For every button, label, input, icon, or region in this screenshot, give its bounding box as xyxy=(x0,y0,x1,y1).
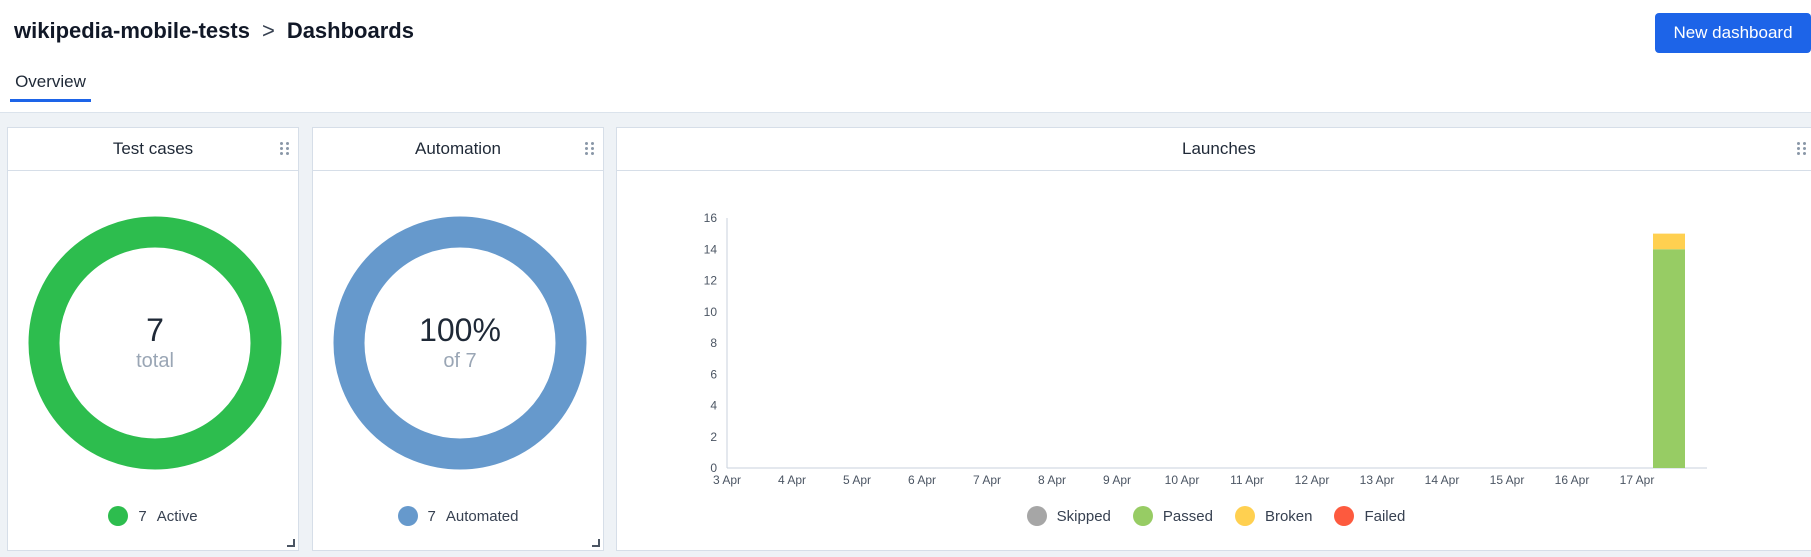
automation-widget: Automation 100% of 7 7 Automated xyxy=(312,127,604,551)
passed-legend-dot xyxy=(1132,506,1153,526)
new-dashboard-button[interactable]: New dashboard xyxy=(1655,13,1811,53)
resize-handle-icon[interactable] xyxy=(592,539,600,547)
failed-legend-dot xyxy=(1334,506,1355,526)
y-tick-label: 16 xyxy=(704,211,718,225)
donut-value: 7 xyxy=(146,312,164,348)
y-tick-label: 12 xyxy=(704,274,718,288)
x-tick-label: 14 Apr xyxy=(1425,473,1460,487)
bar-broken xyxy=(1653,233,1685,250)
bar-passed xyxy=(1653,249,1685,468)
broken-legend-dot xyxy=(1234,506,1255,526)
donut-caption: total xyxy=(136,350,174,372)
y-tick-label: 10 xyxy=(704,305,718,319)
x-tick-label: 17 Apr xyxy=(1620,473,1655,487)
widget-legend: 7 Automated xyxy=(313,506,603,526)
legend-label: Passed xyxy=(1162,507,1213,525)
donut-caption: of 7 xyxy=(443,350,477,372)
widget-title: Launches xyxy=(1182,139,1256,158)
widget-title: Test cases xyxy=(112,139,194,158)
legend-item-broken[interactable]: Broken xyxy=(1234,506,1313,526)
dashboard-canvas: Test cases 7 total 7 Active Automation 1… xyxy=(0,113,1811,557)
launches-bar-chart: 02468101214163 Apr 4 Apr 5 Apr 6 Apr 7 Apr 8 … xyxy=(704,211,1707,487)
launches-widget: Launches 0 2 4 6 8 10 12 14 16 3 Apr 4 Apr 5 Apr 6 A… xyxy=(616,127,1811,551)
x-tick-label: 7 Apr xyxy=(973,473,1001,487)
x-tick-label: 13 Apr xyxy=(1360,473,1395,487)
widget-header: Automation xyxy=(313,128,603,171)
x-tick-label: 3 Apr xyxy=(713,473,741,487)
skipped-legend-dot xyxy=(1026,506,1047,526)
x-tick-label: 6 Apr xyxy=(908,473,936,487)
active-legend-dot xyxy=(108,506,129,526)
y-tick-label: 14 xyxy=(704,242,718,256)
donut-value: 100% xyxy=(419,312,501,348)
x-tick-label: 8 Apr xyxy=(1038,473,1066,487)
page-title: Dashboards xyxy=(286,18,414,43)
page-header: wikipedia-mobile-tests > Dashboards New … xyxy=(0,0,1811,113)
legend-label: Broken xyxy=(1264,507,1313,525)
x-tick-label: 10 Apr xyxy=(1165,473,1200,487)
breadcrumb: wikipedia-mobile-tests > Dashboards xyxy=(14,18,414,44)
y-tick-label: 6 xyxy=(710,367,717,381)
drag-handle-icon[interactable] xyxy=(1797,142,1807,156)
x-tick-label: 16 Apr xyxy=(1555,473,1590,487)
chart-legend: Skipped Passed Broken Failed xyxy=(617,506,1811,526)
x-tick-label: 11 Apr xyxy=(1230,473,1264,487)
legend-label: Failed xyxy=(1364,507,1406,525)
x-tick-label: 15 Apr xyxy=(1490,473,1525,487)
automation-donut: 100% of 7 xyxy=(333,216,587,470)
widget-header: Launches xyxy=(617,128,1811,171)
drag-handle-icon[interactable] xyxy=(280,142,290,156)
legend-label: Skipped xyxy=(1056,507,1111,525)
legend-label: Automated xyxy=(445,507,519,525)
automated-legend-dot xyxy=(397,506,418,526)
widget-legend: 7 Active xyxy=(8,506,298,526)
x-tick-label: 12 Apr xyxy=(1295,473,1330,487)
tab-overview[interactable]: Overview xyxy=(10,64,91,102)
breadcrumb-project[interactable]: wikipedia-mobile-tests xyxy=(14,18,250,44)
y-tick-label: 8 xyxy=(710,336,717,350)
x-tick-label: 5 Apr xyxy=(843,473,871,487)
x-tick-label: 4 Apr xyxy=(778,473,806,487)
x-tick-label: 9 Apr xyxy=(1103,473,1131,487)
legend-item-skipped[interactable]: Skipped xyxy=(1026,506,1111,526)
legend-count: 7 xyxy=(427,507,436,525)
y-tick-label: 4 xyxy=(710,399,717,413)
widget-header: Test cases xyxy=(8,128,298,171)
drag-handle-icon[interactable] xyxy=(585,142,595,156)
legend-item-passed[interactable]: Passed xyxy=(1132,506,1213,526)
resize-handle-icon[interactable] xyxy=(287,539,295,547)
test-cases-widget: Test cases 7 total 7 Active xyxy=(7,127,299,551)
test-cases-donut: 7 total xyxy=(28,216,282,470)
widget-title: Automation xyxy=(415,139,501,158)
y-tick-label: 2 xyxy=(710,430,717,444)
breadcrumb-separator: > xyxy=(261,18,275,43)
legend-label: Active xyxy=(156,507,198,525)
legend-count: 7 xyxy=(138,507,147,525)
legend-item-failed[interactable]: Failed xyxy=(1334,506,1405,526)
